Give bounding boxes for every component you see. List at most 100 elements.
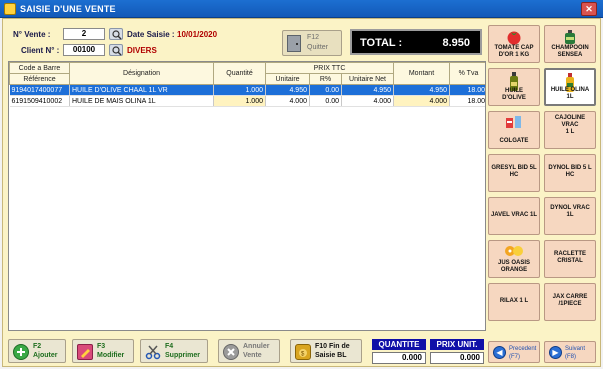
next-text: Suivant [565,346,586,352]
product-line1: GRESYL BID 5L [491,165,537,171]
product-button-raclette[interactable]: RACLETTE CRISTAL [544,240,596,278]
add-label: Ajouter [33,352,58,359]
cell-tva: 18.00 [449,95,485,107]
toothpaste-icon [506,116,521,128]
product-button-tomate[interactable]: TOMATE CAP D'OR 1 KG [488,25,540,63]
table-row[interactable]: 6191509410002 HUILE DE MAIS OLINA 1L 1.0… [9,95,485,107]
col-montant[interactable]: Montant [393,62,450,85]
finish-line2: Saisie BL [315,352,347,359]
shampoo-icon [565,30,575,44]
client-number-field[interactable]: 00100 [63,44,105,56]
cell-designation: HUILE DE MAIS OLINA 1L [69,95,214,107]
product-button-rilax[interactable]: RILAX 1 L [488,283,540,321]
product-line1: DYNOL BID 5 L [548,165,592,171]
cancel-sale-line2: Vente [243,352,262,359]
table-row[interactable]: 9194017400077 HUILE D'OLIVE CHAAL 1L VR … [9,84,485,96]
unit-price-header: PRIX UNIT. [430,339,484,350]
product-button-dynol-bid[interactable]: DYNOL BID 5 L HC [544,154,596,192]
client-name: DIVERS [127,46,157,55]
col-code-barre[interactable]: Code a Barre [9,62,70,74]
col-unitaire-net[interactable]: Unitaire Net [341,73,394,85]
product-button-colgate[interactable]: COLGATE [488,111,540,149]
col-tva[interactable]: % Tva [449,62,485,85]
cancel-sale-line1: Annuler [243,343,270,350]
cancel-sale-button[interactable]: Annuler Vente [218,339,280,363]
total-value: 8.950 [442,37,470,49]
cell-designation: HUILE D'OLIVE CHAAL 1L VR [69,84,214,96]
product-button-gresyl[interactable]: GRESYL BID 5L HC [488,154,540,192]
cell-code: 9194017400077 [9,84,70,96]
product-line1: JAVEL VRAC 1L [490,212,538,218]
plus-icon [13,344,29,360]
add-button[interactable]: F2 Ajouter [8,339,66,363]
cell-unitaire-net: 4.950 [341,84,394,96]
finish-line1: Fin de [329,343,350,350]
modify-fkey: F3 [97,343,106,350]
finish-fkey-line: F10 Fin de [315,343,350,350]
cancel-icon [223,344,239,360]
quantity-field[interactable]: 0.000 [372,352,426,364]
sale-lines-table[interactable]: Code a Barre Désignation Quantité PRIX T… [8,61,486,331]
previous-page-button[interactable]: ◀ Precedent (F7) [488,341,540,363]
product-button-huile-olina[interactable]: HUILE OLINA 1L [544,68,596,106]
arrow-left-icon: ◀ [493,346,506,359]
close-button[interactable]: ✕ [581,2,597,16]
cell-quantite: 1.000 [213,95,266,107]
product-button-jax[interactable]: JAX CARRE/1PIECE [544,283,596,321]
delete-button[interactable]: F4 Supprimer [140,339,208,363]
cell-quantite: 1.000 [213,84,266,96]
previous-key: (F7) [509,354,520,360]
product-line1: JAX CARRE [552,294,588,300]
product-button-cajoline[interactable]: CAJOLINE VRAC 1 L [544,111,596,149]
col-remise[interactable]: R% [309,73,342,85]
col-designation[interactable]: Désignation [69,62,214,85]
product-button-shampoo[interactable]: CHAMPOOIN SENSEA [544,25,596,63]
quit-fkey: F12 [307,34,320,41]
exit-door-icon [287,35,301,52]
money-bag-icon: $ [295,344,311,360]
next-label: Suivant (F8) [565,345,585,361]
quantity-panel: QUANTITE 0.000 [372,339,426,364]
col-unitaire[interactable]: Unitaire [265,73,310,85]
quit-button[interactable]: F12 Quitter [282,30,342,56]
vente-label: N° Vente : [13,30,51,39]
product-line1: HUILE [505,88,523,94]
product-button-jus-oasis[interactable]: JUS OASIS ORANGE [488,240,540,278]
cell-montant: 4.950 [393,84,450,96]
add-fkey: F2 [33,343,42,350]
unit-price-panel: PRIX UNIT. 0.000 [430,339,484,364]
product-line1: RILAX 1 L [499,298,529,304]
cell-montant: 4.000 [393,95,450,107]
arrow-right-icon: ▶ [549,346,562,359]
cell-unitaire: 4.950 [265,84,310,96]
app-icon [4,3,16,15]
finish-entry-button[interactable]: $ F10 Fin de Saisie BL [290,339,362,363]
product-line1: DYNOL VRAC 1L [550,205,590,218]
scissors-icon [145,344,161,360]
cell-remise: 0.00 [309,95,342,107]
col-quantite[interactable]: Quantité [213,62,266,85]
finish-fkey: F10 [315,343,328,350]
product-label: DYNOL VRAC 1L [546,205,594,219]
product-label: RILAX 1 L [490,298,538,305]
product-line2: 1 L [565,129,575,135]
next-page-button[interactable]: ▶ Suivant (F8) [544,341,596,363]
modify-button[interactable]: F3 Modifier [72,339,134,363]
product-label: DYNOL BID 5 L HC [546,165,594,179]
cell-tva: 18.00 [449,84,485,96]
product-label: RACLETTE CRISTAL [546,251,594,265]
product-line1: CHAMPOOIN [551,45,589,51]
col-reference[interactable]: Référence [9,73,70,85]
product-button-dynol-vrac[interactable]: DYNOL VRAC 1L [544,197,596,235]
col-prix-ttc: PRIX TTC [265,62,394,74]
client-search-button[interactable] [109,44,123,56]
product-label: TOMATE CAP D'OR 1 KG [490,45,538,59]
vente-search-button[interactable] [109,28,123,40]
product-button-huile-olive[interactable]: HUILE D'OLIVE [488,68,540,106]
quit-label: Quitter [307,44,329,51]
unit-price-field[interactable]: 0.000 [430,352,484,364]
product-button-javel[interactable]: JAVEL VRAC 1L [488,197,540,235]
vente-number-field[interactable]: 2 [63,28,105,40]
search-icon [112,46,122,56]
product-line2: SENSEA [557,52,583,58]
